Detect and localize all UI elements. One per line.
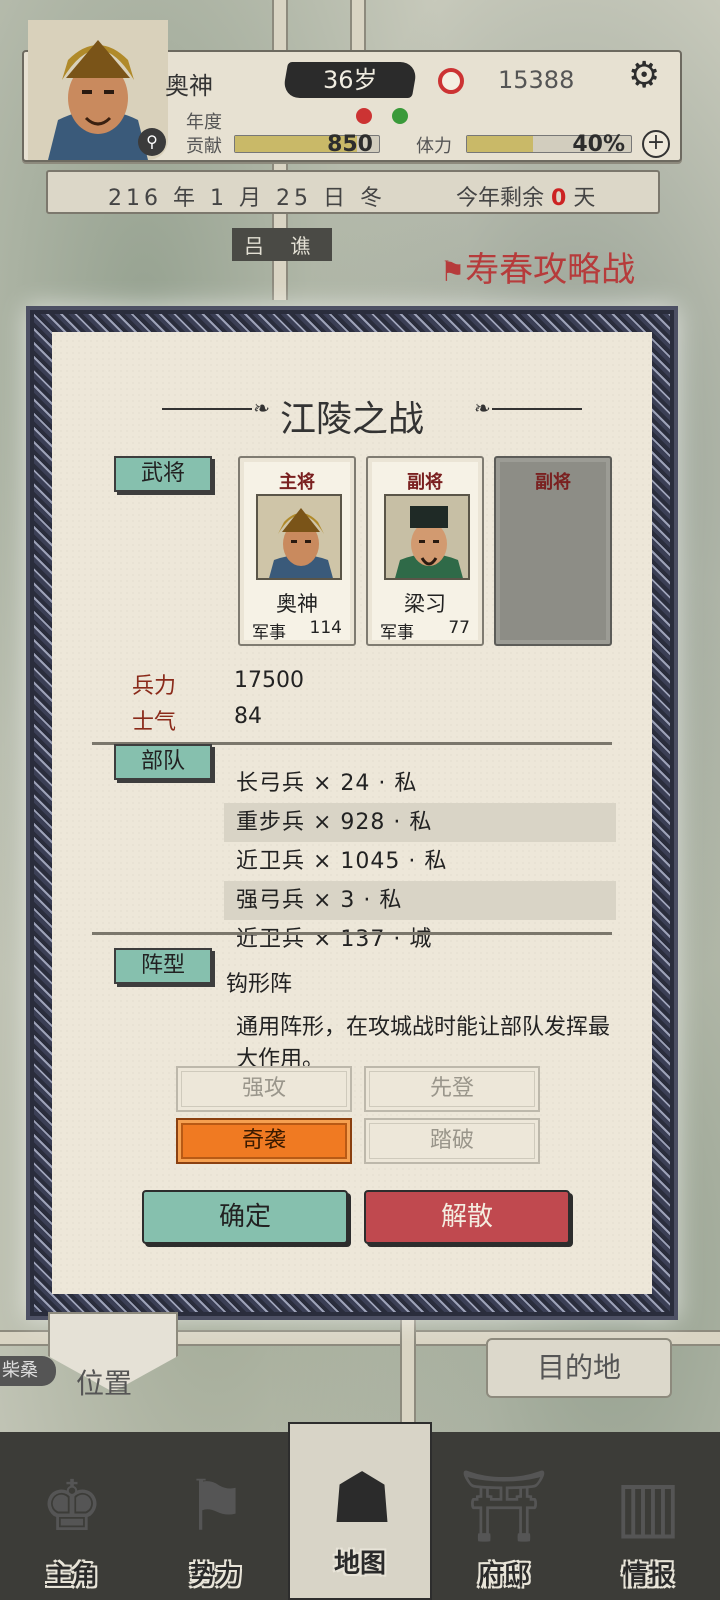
general-card-main[interactable]: 主将 奥神 军事 114: [238, 456, 356, 646]
mansion-icon: ⛩: [459, 1465, 549, 1547]
banner-flag-icon: ⚑: [440, 255, 466, 288]
nav-tab-intel[interactable]: ▥ 情报: [576, 1432, 720, 1600]
general-stat-label: 军事: [252, 623, 286, 643]
morale-label: 士气: [132, 710, 177, 735]
dialog-title: 江陵之战: [279, 399, 424, 440]
card-role: 主将: [279, 472, 315, 493]
formation-tag[interactable]: 阵型: [114, 948, 212, 984]
hero-name: 奥神: [165, 72, 213, 100]
date-bar: 216 年 1 月 25 日 冬 今年剩余 0 天: [46, 170, 660, 214]
unit-row[interactable]: 重步兵 × 928 · 私: [224, 803, 616, 842]
tactic-button-trample[interactable]: 踏破: [364, 1118, 540, 1164]
unit-row[interactable]: 近卫兵 × 1045 · 私: [224, 842, 616, 881]
dialog-panel: 江陵之战 武将 主将 奥神 军事 114 副将: [52, 332, 652, 1294]
nav-tab-faction[interactable]: ⚑ 势力: [144, 1432, 288, 1600]
battle-dialog: 江陵之战 武将 主将 奥神 军事 114 副将: [26, 306, 678, 1320]
divider: [92, 932, 612, 935]
contribution-bar: 850: [234, 132, 380, 157]
units-tag: 部队: [114, 744, 212, 780]
search-icon[interactable]: ⚲: [138, 128, 166, 156]
map-road: [400, 1310, 416, 1440]
bottom-navigation: ♚ 主角 ⚑ 势力 ☗ 地图 ⛩ 府邸 ▥ 情报: [0, 1422, 720, 1600]
card-role: 副将: [535, 472, 571, 493]
stamina-value: 40%: [572, 132, 625, 157]
morale-value: 84: [234, 704, 262, 729]
flag-icon: ⚑: [184, 1465, 248, 1547]
confirm-button[interactable]: 确定: [142, 1190, 348, 1244]
battle-banner[interactable]: ⚑寿春攻略战: [440, 242, 635, 291]
nav-label: 情报: [621, 1561, 674, 1591]
contribution-label-top: 年度: [186, 112, 222, 133]
unit-row[interactable]: 强弓兵 × 3 · 私: [224, 881, 616, 920]
coin-value: 15388: [498, 66, 575, 94]
generals-tag: 武将: [114, 456, 212, 492]
map-region-label: 吕 谯: [232, 228, 333, 261]
contribution-value: 850: [327, 132, 373, 157]
destination-button[interactable]: 目的地: [486, 1338, 672, 1398]
card-role: 副将: [407, 472, 443, 493]
tactic-button-first-ascent[interactable]: 先登: [364, 1066, 540, 1112]
remain-days-count: 0: [551, 186, 567, 211]
stamina-bar-fill: [467, 136, 533, 152]
add-stamina-button[interactable]: +: [642, 130, 670, 158]
disband-button[interactable]: 解散: [364, 1190, 570, 1244]
contribution-label: 贡献: [186, 136, 222, 157]
formation-name: 钩形阵: [226, 972, 293, 997]
general-stat-value: 77: [448, 618, 470, 638]
unit-row[interactable]: 近卫兵 × 137 · 城: [224, 920, 616, 950]
tactic-button-strong-attack[interactable]: 强攻: [176, 1066, 352, 1112]
nav-label: 主角: [45, 1561, 98, 1591]
leaf-icon: [392, 108, 408, 124]
flower-icon: [356, 108, 372, 124]
remaining-days: 今年剩余 0 天: [456, 180, 595, 212]
map-icon: ☗: [330, 1457, 394, 1539]
troops-label: 兵力: [132, 674, 177, 699]
general-stat-value: 114: [309, 618, 342, 638]
scroll-icon: ▥: [614, 1465, 682, 1547]
general-card-deputy-2-empty[interactable]: 副将: [494, 456, 612, 646]
unit-row[interactable]: 长弓兵 × 24 · 私: [224, 764, 616, 803]
title-ornament-right: [474, 396, 582, 420]
stamina-bar: 40%: [466, 132, 632, 157]
gear-icon[interactable]: ⚙: [628, 58, 660, 94]
troops-value: 17500: [234, 668, 304, 693]
general-portrait: [256, 494, 342, 580]
age-text: 36岁: [322, 66, 378, 94]
unit-list[interactable]: 长弓兵 × 24 · 私 重步兵 × 928 · 私 近卫兵 × 1045 · …: [224, 764, 616, 950]
battle-banner-text: 寿春攻略战: [465, 250, 636, 290]
nav-tab-map[interactable]: ☗ 地图: [288, 1422, 432, 1600]
stamina-label: 体力: [416, 136, 452, 157]
nav-tab-protagonist[interactable]: ♚ 主角: [0, 1432, 144, 1600]
remain-prefix: 今年剩余: [456, 186, 545, 211]
nav-label: 府邸: [477, 1561, 530, 1591]
position-city: 柴桑: [0, 1356, 56, 1386]
map-road: [350, 0, 366, 50]
helmet-icon: ♚: [40, 1465, 104, 1547]
remain-suffix: 天: [573, 186, 596, 211]
position-label: 位置: [76, 1367, 133, 1400]
general-stat-label: 军事: [380, 623, 414, 643]
nav-tab-mansion[interactable]: ⛩ 府邸: [432, 1432, 576, 1600]
general-portrait: [384, 494, 470, 580]
general-card-deputy-1[interactable]: 副将 梁习 军事 77: [366, 456, 484, 646]
nav-label: 地图: [333, 1549, 386, 1579]
general-name: 梁习: [404, 592, 446, 616]
nav-label: 势力: [189, 1561, 242, 1591]
coin-icon: [438, 68, 464, 94]
current-date: 216 年 1 月 25 日 冬: [108, 186, 386, 211]
tactic-button-surprise-attack[interactable]: 奇袭: [176, 1118, 352, 1164]
age-badge: 36岁: [281, 62, 419, 98]
general-name: 奥神: [276, 592, 318, 616]
